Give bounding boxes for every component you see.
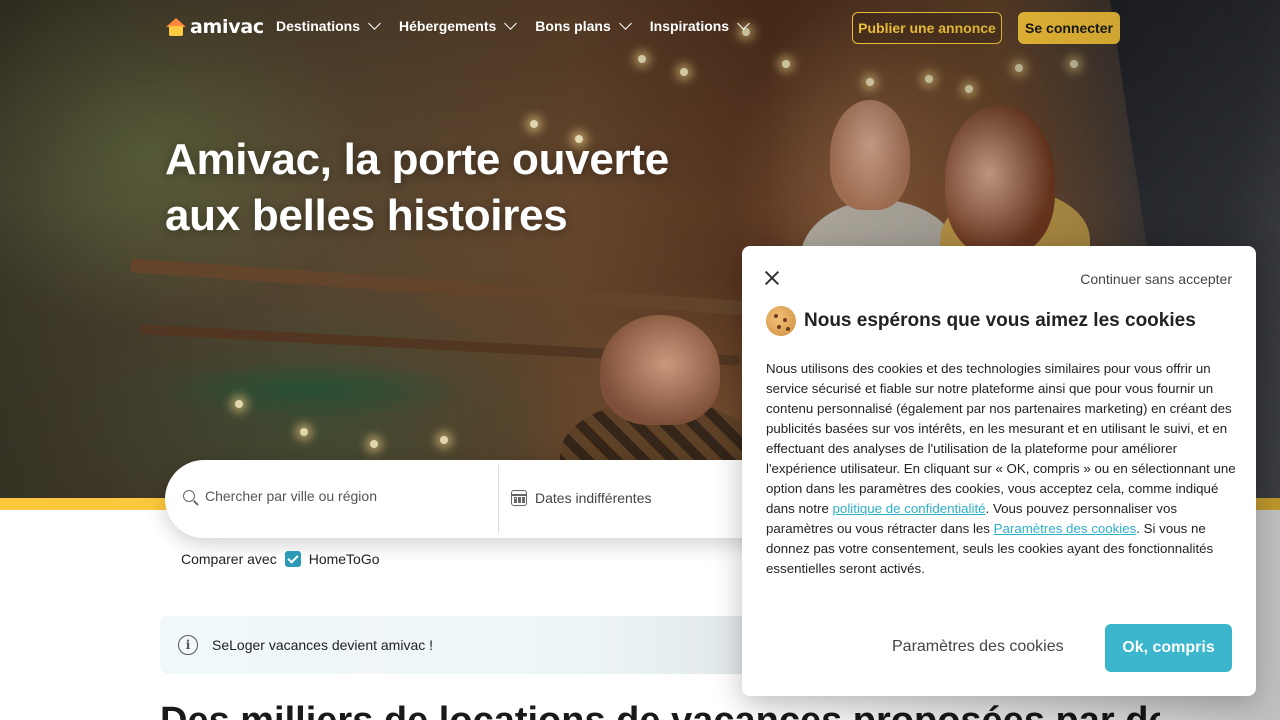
info-banner-text: SeLoger vacances devient amivac ! bbox=[212, 637, 434, 653]
compare-option: Comparer avec HomeToGo bbox=[181, 551, 380, 567]
hometogo-checkbox[interactable] bbox=[284, 551, 301, 567]
cookie-body-text: Nous utilisons des cookies et des techno… bbox=[766, 361, 1236, 516]
cookie-dialog-body: Nous utilisons des cookies et des techno… bbox=[766, 359, 1236, 579]
chevron-down-icon bbox=[368, 17, 381, 30]
info-icon: i bbox=[178, 635, 198, 655]
privacy-policy-link[interactable]: politique de confidentialité bbox=[833, 501, 986, 516]
cookie-settings-button[interactable]: Paramètres des cookies bbox=[892, 638, 1064, 656]
search-divider bbox=[498, 465, 499, 533]
logo-text: amivac bbox=[190, 16, 264, 38]
calendar-icon bbox=[511, 490, 527, 506]
amivac-logo[interactable]: amivac bbox=[166, 16, 264, 38]
main-nav: Destinations Hébergements Bons plans Ins… bbox=[276, 17, 768, 34]
nav-item-destinations[interactable]: Destinations bbox=[276, 17, 381, 34]
chevron-down-icon bbox=[504, 17, 518, 30]
continue-without-accepting-link[interactable]: Continuer sans accepter bbox=[1080, 271, 1232, 287]
hero-title-line1: Amivac, la porte ouverte bbox=[165, 135, 669, 184]
chevron-down-icon bbox=[737, 17, 750, 30]
cookie-dialog: Continuer sans accepter Nous espérons qu… bbox=[742, 246, 1256, 696]
cookie-settings-link[interactable]: Paramètres des cookies bbox=[994, 521, 1137, 536]
cookie-dialog-header: Nous espérons que vous aimez les cookies bbox=[766, 306, 1196, 336]
login-button[interactable]: Se connecter bbox=[1018, 12, 1120, 44]
nav-item-hebergements[interactable]: Hébergements bbox=[399, 17, 518, 34]
hero-title-line2: aux belles histoires bbox=[165, 191, 568, 240]
chevron-down-icon bbox=[618, 17, 632, 30]
search-placeholder: Chercher par ville ou région bbox=[205, 488, 377, 504]
cookie-icon bbox=[766, 306, 796, 336]
nav-item-bons-plans[interactable]: Bons plans bbox=[535, 17, 632, 34]
hero-title: Amivac, la porte ouverte aux belles hist… bbox=[165, 132, 765, 244]
cookie-dialog-title: Nous espérons que vous aimez les cookies bbox=[804, 310, 1196, 331]
dates-label: Dates indifférentes bbox=[535, 490, 652, 506]
compare-option-label: HomeToGo bbox=[308, 551, 380, 567]
house-logo-icon bbox=[166, 18, 186, 36]
site-header: amivac Destinations Hébergements Bons pl… bbox=[0, 0, 1280, 56]
nav-item-label: Inspirations bbox=[649, 18, 730, 34]
nav-item-inspirations[interactable]: Inspirations bbox=[649, 17, 750, 34]
compare-label: Comparer avec bbox=[181, 551, 277, 567]
search-icon bbox=[183, 490, 195, 502]
search-input[interactable]: Chercher par ville ou région bbox=[183, 488, 377, 504]
publish-listing-button[interactable]: Publier une annonce bbox=[852, 12, 1002, 44]
nav-item-label: Bons plans bbox=[535, 18, 611, 34]
section-title: Des milliers de locations de vacances pr… bbox=[160, 700, 1160, 720]
dates-selector[interactable]: Dates indifférentes bbox=[511, 490, 651, 506]
nav-item-label: Hébergements bbox=[399, 18, 497, 34]
nav-item-label: Destinations bbox=[276, 18, 361, 34]
accept-cookies-button[interactable]: Ok, compris bbox=[1105, 624, 1232, 672]
close-icon[interactable] bbox=[764, 270, 780, 286]
